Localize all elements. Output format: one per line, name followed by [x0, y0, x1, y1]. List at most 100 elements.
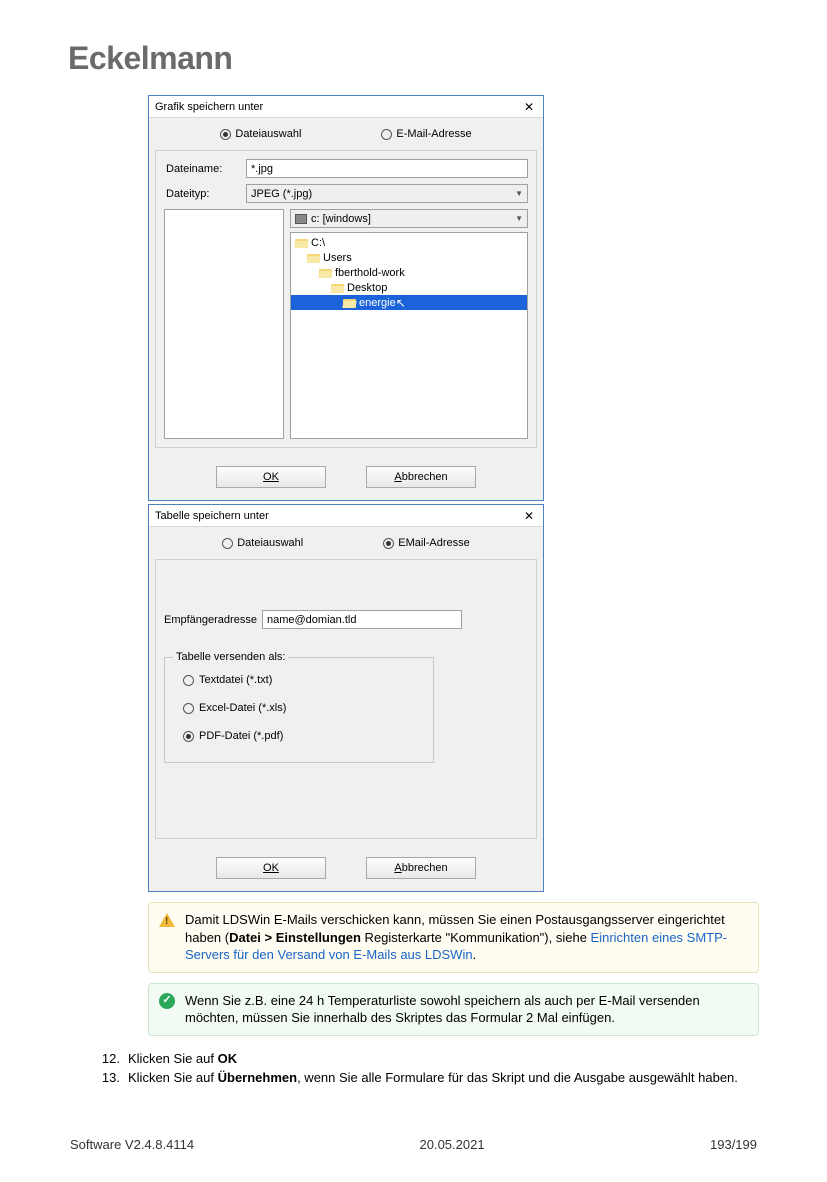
footer-page: 193/199 [710, 1137, 757, 1152]
drive-select[interactable]: c: [windows] ▼ [290, 209, 528, 228]
radio-email-adresse[interactable]: E-Mail-Adresse [381, 128, 471, 140]
radio-xls[interactable]: Excel-Datei (*.xls) [183, 702, 421, 714]
drive-icon [295, 214, 307, 224]
dialog1-close-button[interactable]: ✕ [517, 98, 541, 116]
info-text: Wenn Sie z.B. eine 24 h Temperaturliste … [185, 992, 748, 1027]
dialog2-mode-radios: Dateiauswahl EMail-Adresse [149, 527, 543, 559]
dialog2-title: Tabelle speichern unter [155, 510, 517, 522]
tree-label: C:\ [311, 237, 325, 249]
radio-label: Textdatei (*.txt) [199, 674, 272, 686]
send-as-fieldset: Tabelle versenden als: Textdatei (*.txt)… [164, 657, 434, 763]
check-icon: ✓ [159, 993, 175, 1009]
file-browser: c: [windows] ▼ C:\ Users [164, 209, 528, 439]
text: Klicken Sie auf [128, 1070, 218, 1085]
radio-label: E-Mail-Adresse [396, 128, 471, 140]
radio-label: Excel-Datei (*.xls) [199, 702, 286, 714]
dialog1-cancel-button[interactable]: Abbrechen [366, 466, 476, 488]
brand-title: Eckelmann [68, 40, 759, 77]
btn-text-pre: A [394, 471, 401, 483]
radio-label: EMail-Adresse [398, 537, 470, 549]
warning-text: Damit LDSWin E-Mails verschicken kann, m… [185, 911, 748, 964]
recipient-label: Empfängeradresse [164, 614, 262, 626]
list-item: 13. Klicken Sie auf Übernehmen, wenn Sie… [98, 1069, 759, 1088]
step-number: 13. [98, 1069, 128, 1088]
folder-open-icon [307, 253, 320, 263]
dialog2-cancel-button[interactable]: Abbrechen [366, 857, 476, 879]
recipient-input[interactable] [262, 610, 462, 629]
folder-open-icon [295, 238, 308, 248]
btn-text-pre: A [394, 862, 401, 874]
radio-txt[interactable]: Textdatei (*.txt) [183, 674, 421, 686]
tree-node-c[interactable]: C:\ [291, 235, 527, 250]
radio-label: Dateiauswahl [237, 537, 303, 549]
dialog-tabelle-speichern: Tabelle speichern unter ✕ Dateiauswahl E… [148, 504, 544, 892]
filetype-select[interactable]: JPEG (*.jpg) ▼ [246, 184, 528, 203]
radio-icon [220, 129, 231, 140]
filetype-value: JPEG (*.jpg) [251, 188, 312, 200]
text: Registerkarte "Kommunikation"), siehe [361, 930, 591, 945]
info-note: ✓ Wenn Sie z.B. eine 24 h Temperaturlist… [148, 983, 759, 1036]
list-item: 12. Klicken Sie auf OK [98, 1050, 759, 1069]
radio-icon [183, 675, 194, 686]
radio-dateiauswahl[interactable]: Dateiauswahl [220, 128, 301, 140]
dialog1-titlebar: Grafik speichern unter ✕ [149, 96, 543, 118]
fieldset-legend: Tabelle versenden als: [173, 651, 288, 663]
tree-label: Users [323, 252, 352, 264]
radio2-dateiauswahl[interactable]: Dateiauswahl [222, 537, 303, 549]
radio-icon [222, 538, 233, 549]
folder-open-icon [343, 298, 356, 308]
drive-value: c: [windows] [311, 213, 371, 225]
instruction-list: 12. Klicken Sie auf OK 13. Klicken Sie a… [98, 1050, 759, 1088]
dialog2-body: Empfängeradresse Tabelle versenden als: … [155, 559, 537, 839]
text: . [473, 947, 477, 962]
text: , wenn Sie alle Formulare für das Skript… [297, 1070, 738, 1085]
dialog1-mode-radios: Dateiauswahl E-Mail-Adresse [149, 118, 543, 150]
radio-label: Dateiauswahl [235, 128, 301, 140]
btn-text-rest: bbrechen [402, 471, 448, 483]
chevron-down-icon: ▼ [515, 189, 523, 198]
dialog1-body: Dateiname: Dateityp: JPEG (*.jpg) ▼ [155, 150, 537, 448]
tree-node-fberthold[interactable]: fberthold-work [291, 265, 527, 280]
step-number: 12. [98, 1050, 128, 1069]
cursor-icon: ↖ [396, 296, 406, 310]
text-bold: Übernehmen [218, 1070, 297, 1085]
tree-label: energie [359, 297, 396, 309]
tree-node-energie-selected[interactable]: energie ↖ [291, 295, 527, 310]
dialog-grafik-speichern: Grafik speichern unter ✕ Dateiauswahl E-… [148, 95, 544, 501]
file-list-left[interactable] [164, 209, 284, 439]
filename-input[interactable] [246, 159, 528, 178]
folder-tree[interactable]: C:\ Users fberthold-work [290, 232, 528, 439]
tree-node-users[interactable]: Users [291, 250, 527, 265]
radio-pdf[interactable]: PDF-Datei (*.pdf) [183, 730, 421, 742]
dialog2-close-button[interactable]: ✕ [517, 507, 541, 525]
warning-icon [159, 912, 175, 928]
tree-node-desktop[interactable]: Desktop [291, 280, 527, 295]
tree-label: fberthold-work [335, 267, 405, 279]
filename-label: Dateiname: [164, 163, 246, 175]
folder-open-icon [331, 283, 344, 293]
text-bold: OK [218, 1051, 238, 1066]
dialog2-titlebar: Tabelle speichern unter ✕ [149, 505, 543, 527]
text-bold: Datei > Einstellungen [229, 930, 361, 945]
radio2-email-adresse[interactable]: EMail-Adresse [383, 537, 470, 549]
dialog2-ok-button[interactable]: OK [216, 857, 326, 879]
btn-text: OK [263, 471, 279, 483]
filetype-label: Dateityp: [164, 188, 246, 200]
dialog1-title: Grafik speichern unter [155, 101, 517, 113]
radio-icon [183, 703, 194, 714]
folder-open-icon [319, 268, 332, 278]
btn-text-rest: bbrechen [402, 862, 448, 874]
page-footer: Software V2.4.8.4114 20.05.2021 193/199 [68, 1137, 759, 1152]
radio-label: PDF-Datei (*.pdf) [199, 730, 283, 742]
radio-icon [381, 129, 392, 140]
chevron-down-icon: ▼ [515, 214, 523, 223]
btn-text: OK [263, 862, 279, 874]
warning-note: Damit LDSWin E-Mails verschicken kann, m… [148, 902, 759, 973]
text: Klicken Sie auf [128, 1051, 218, 1066]
footer-version: Software V2.4.8.4114 [70, 1137, 194, 1152]
footer-date: 20.05.2021 [420, 1137, 485, 1152]
dialog1-ok-button[interactable]: OK [216, 466, 326, 488]
radio-icon [183, 731, 194, 742]
tree-label: Desktop [347, 282, 387, 294]
radio-icon [383, 538, 394, 549]
